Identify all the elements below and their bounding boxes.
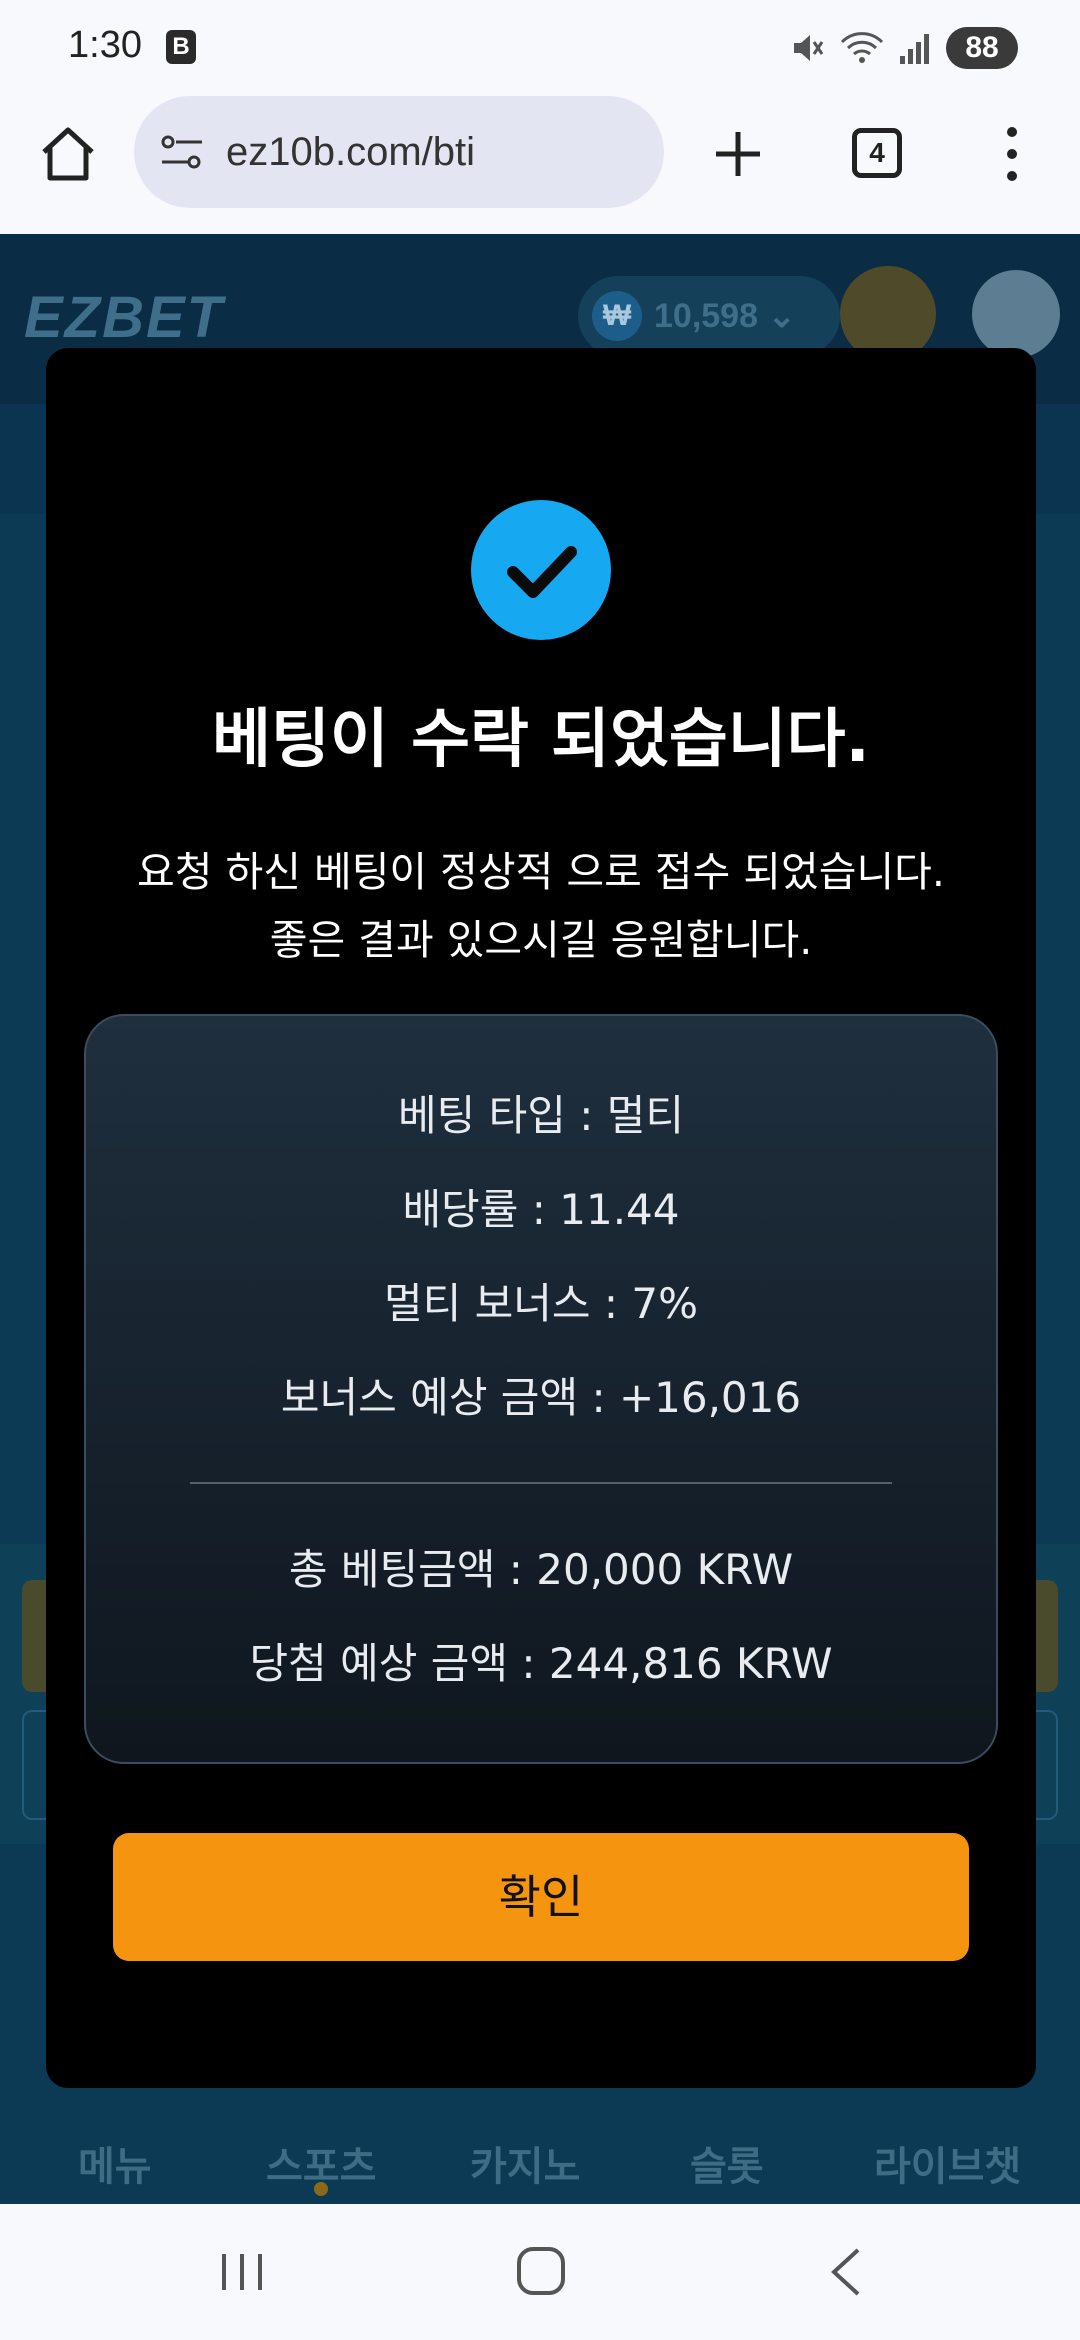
site-settings-icon[interactable] [156,126,208,178]
check-icon [471,500,611,640]
bonus-estimate-row: 보너스 예상 금액 : +16,016 [280,1373,802,1422]
won-icon: ₩ [592,291,642,341]
balance-dropdown[interactable]: ₩ 10,598 ⌄ [578,276,840,356]
bottom-nav-slot[interactable]: 슬롯 [690,2134,764,2192]
mute-icon [790,30,826,66]
modal-title: 베팅이 수락 되었습니다. [212,703,870,777]
multi-bonus-row: 멀티 보너스 : 7% [383,1279,699,1328]
bottom-nav-livechat[interactable]: 라이브챗 [874,2134,1021,2192]
divider [190,1482,892,1484]
status-bar: 1:30 B 88 [0,0,1080,96]
odds-row: 배당률 : 11.44 [402,1185,680,1234]
expected-win-row: 당첨 예상 금액 : 244,816 KRW [249,1639,833,1688]
recent-apps-icon[interactable] [214,2250,270,2294]
signal-icon [898,30,932,66]
bet-accepted-modal: 베팅이 수락 되었습니다. 요청 하신 베팅이 정상적 으로 접수 되었습니다.… [46,348,1036,2088]
back-icon[interactable] [826,2244,866,2300]
battery-indicator: 88 [946,27,1018,69]
bet-summary-card: 베팅 타입 : 멀티 배당률 : 11.44 멀티 보너스 : 7% 보너스 예… [84,1014,998,1764]
home-icon[interactable] [36,122,100,186]
bet-type-row: 베팅 타입 : 멀티 [397,1091,685,1140]
avatar[interactable] [972,270,1060,358]
bottom-nav-casino[interactable]: 카지노 [470,2134,580,2192]
total-bet-row: 총 베팅금액 : 20,000 KRW [288,1545,794,1594]
modal-subtitle: 요청 하신 베팅이 정상적 으로 접수 되었습니다. 좋은 결과 있으시길 응원… [137,848,945,964]
home-button-icon[interactable] [514,2244,568,2298]
more-menu-icon[interactable] [994,118,1030,190]
wifi-icon [840,30,884,66]
status-time: 1:30 [68,24,142,66]
site-logo: EZBET [24,285,225,350]
address-bar[interactable]: ez10b.com/bti [134,96,664,208]
active-indicator [314,2182,328,2196]
tab-switcher-button[interactable]: 4 [852,128,902,178]
url-text[interactable]: ez10b.com/bti [226,130,475,175]
browser-toolbar: ez10b.com/bti 4 [0,96,1080,234]
confirm-button[interactable]: 확인 [113,1833,969,1961]
new-tab-icon[interactable] [706,122,770,186]
android-navigation-bar [0,2204,1080,2340]
notification-app-icon: B [166,30,196,64]
bottom-nav-menu[interactable]: 메뉴 [78,2134,152,2192]
balance-value: 10,598 ⌄ [654,297,796,335]
status-icons: 88 [790,24,1018,72]
